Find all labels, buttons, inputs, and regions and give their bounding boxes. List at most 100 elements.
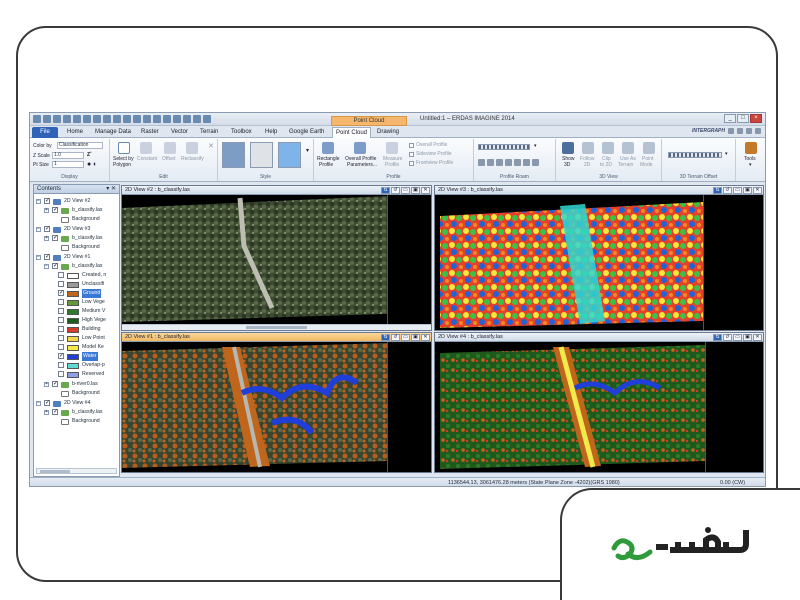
z-scale-input[interactable]: 1.0 <box>52 152 84 159</box>
customize-icon[interactable] <box>203 115 211 123</box>
grid-icon[interactable] <box>153 115 161 123</box>
scroll-thumb[interactable] <box>245 326 308 329</box>
pt-size-input[interactable]: 1 <box>52 161 84 168</box>
tab-toolbox[interactable]: Toolbox <box>228 127 255 138</box>
roam-next-icon[interactable] <box>523 159 530 166</box>
z-scale-tool-icon[interactable]: Z˚ <box>87 152 92 158</box>
class-checkbox[interactable] <box>58 344 64 350</box>
roam-reverse-icon[interactable] <box>496 159 503 166</box>
pan-icon[interactable] <box>123 115 131 123</box>
close-view-icon[interactable]: ✕ <box>421 334 430 341</box>
sync-icon[interactable]: ⇅ <box>713 334 722 341</box>
layer-checkbox[interactable] <box>52 262 58 271</box>
view-2d-3[interactable]: 2D View #3 : b_classify.las ⇅ ↺ ▭ ▣ ✕ <box>434 185 764 331</box>
link-icon[interactable] <box>163 115 171 123</box>
collapse-icon[interactable]: − <box>36 401 41 406</box>
tools-dropdown-icon[interactable]: ▾ <box>749 162 752 168</box>
open-icon[interactable] <box>53 115 61 123</box>
roam-slider[interactable] <box>478 144 530 150</box>
redo-icon[interactable] <box>83 115 91 123</box>
view-2d-1[interactable]: 2D View #1 : b_classify.las ⇅ ↺ ▭ ▣ ✕ <box>121 332 432 473</box>
frontview-profile-checkbox[interactable] <box>409 161 414 166</box>
view-2d-2[interactable]: 2D View #2 : b_classify.las ⇅ ↺ ▭ ▣ ✕ <box>121 185 432 331</box>
class-checkbox[interactable] <box>58 308 64 314</box>
roam-stop-icon[interactable] <box>505 159 512 166</box>
expand-icon[interactable]: + <box>44 236 49 241</box>
maximize-view-icon[interactable]: ▣ <box>411 187 420 194</box>
polygon-label[interactable]: Polygon <box>113 162 131 168</box>
style-swatch-1[interactable] <box>222 142 245 168</box>
layer-checkbox[interactable] <box>52 380 58 389</box>
collapse-icon[interactable]: − <box>36 199 41 204</box>
follow-2d-sub[interactable]: 2D <box>584 162 590 168</box>
sync-icon[interactable]: ⇅ <box>713 187 722 194</box>
minimize-button[interactable]: _ <box>724 114 736 123</box>
pointer-icon[interactable] <box>93 115 101 123</box>
collapse-ribbon-icon[interactable] <box>755 128 761 134</box>
inquire-icon[interactable] <box>133 115 141 123</box>
fit-icon[interactable]: ▭ <box>733 334 742 341</box>
overall-profile-checkbox[interactable] <box>409 143 414 148</box>
view-2d-4[interactable]: 2D View #4 : b_classify.las ⇅ ↺ ▭ ▣ ✕ <box>434 332 764 473</box>
roam-first-icon[interactable] <box>478 159 485 166</box>
zoom-out-icon[interactable] <box>113 115 121 123</box>
style-swatch-2[interactable] <box>250 142 273 168</box>
tab-point-cloud[interactable]: Point Cloud <box>332 127 372 138</box>
tab-drawing[interactable]: Drawing <box>374 127 402 138</box>
tab-terrain[interactable]: Terrain <box>197 127 221 138</box>
terrain-offset-step-icon[interactable]: ▾ <box>725 151 728 157</box>
new-icon[interactable] <box>43 115 51 123</box>
link-icon[interactable]: ↺ <box>391 187 400 194</box>
close-view-icon[interactable]: ✕ <box>753 334 762 341</box>
maximize-view-icon[interactable]: ▣ <box>743 187 752 194</box>
save-icon[interactable] <box>63 115 71 123</box>
tab-google-earth[interactable]: Google Earth <box>286 127 327 138</box>
tab-file[interactable]: File <box>32 127 58 138</box>
maximize-view-icon[interactable]: ▣ <box>411 334 420 341</box>
fit-icon[interactable]: ▭ <box>733 187 742 194</box>
collapse-icon[interactable]: − <box>44 264 49 269</box>
color-by-select[interactable]: Classification <box>57 142 103 149</box>
class-checkbox[interactable] <box>58 272 64 278</box>
class-checkbox[interactable] <box>58 281 64 287</box>
roam-play-icon[interactable] <box>514 159 521 166</box>
view-checkbox[interactable] <box>44 197 50 206</box>
expand-icon[interactable]: + <box>44 410 49 415</box>
class-checkbox[interactable] <box>58 362 64 368</box>
collapse-icon[interactable]: − <box>36 227 41 232</box>
terrain-offset-slider[interactable] <box>668 152 722 158</box>
maximize-view-icon[interactable]: ▣ <box>743 334 752 341</box>
rectangle-profile-sub[interactable]: Profile <box>319 162 333 168</box>
use-as-terrain-sub[interactable]: Terrain <box>618 162 633 168</box>
roam-step-icon[interactable]: ▾ <box>534 143 537 149</box>
style-more-icon[interactable]: ▾ <box>306 147 309 154</box>
constant-button[interactable]: Constant <box>137 156 157 162</box>
tab-manage-data[interactable]: Manage Data <box>92 127 134 138</box>
help-icon[interactable] <box>193 115 201 123</box>
class-checkbox[interactable] <box>58 371 64 377</box>
measure-icon[interactable] <box>183 115 191 123</box>
tab-home[interactable]: Home <box>64 127 86 138</box>
search-icon[interactable] <box>728 128 734 134</box>
clip-to-2d-sub[interactable]: to 2D <box>600 162 612 168</box>
sideview-profile-checkbox[interactable] <box>409 152 414 157</box>
pin-icon[interactable]: ▾ ✕ <box>106 185 116 194</box>
close-view-icon[interactable]: ✕ <box>421 187 430 194</box>
close-button[interactable]: × <box>750 114 762 123</box>
contents-scrollbar[interactable] <box>36 468 117 474</box>
point-style-icon[interactable]: ● ◐ <box>87 161 97 168</box>
show-3d-sub[interactable]: 3D <box>564 162 570 168</box>
overall-profile-params-sub[interactable]: Parameters... <box>347 162 377 168</box>
view-checkbox[interactable] <box>44 399 50 408</box>
offset-button[interactable]: Offset <box>162 156 175 162</box>
tab-vector[interactable]: Vector <box>168 127 191 138</box>
delete-icon[interactable]: ✕ <box>208 142 214 150</box>
class-checkbox[interactable] <box>58 326 64 332</box>
tab-raster[interactable]: Raster <box>138 127 162 138</box>
style-swatch-3[interactable] <box>278 142 301 168</box>
class-checkbox[interactable] <box>58 335 64 341</box>
close-view-icon[interactable]: ✕ <box>753 187 762 194</box>
undo-icon[interactable] <box>73 115 81 123</box>
link-icon[interactable]: ↺ <box>391 334 400 341</box>
class-checkbox[interactable] <box>58 317 64 323</box>
